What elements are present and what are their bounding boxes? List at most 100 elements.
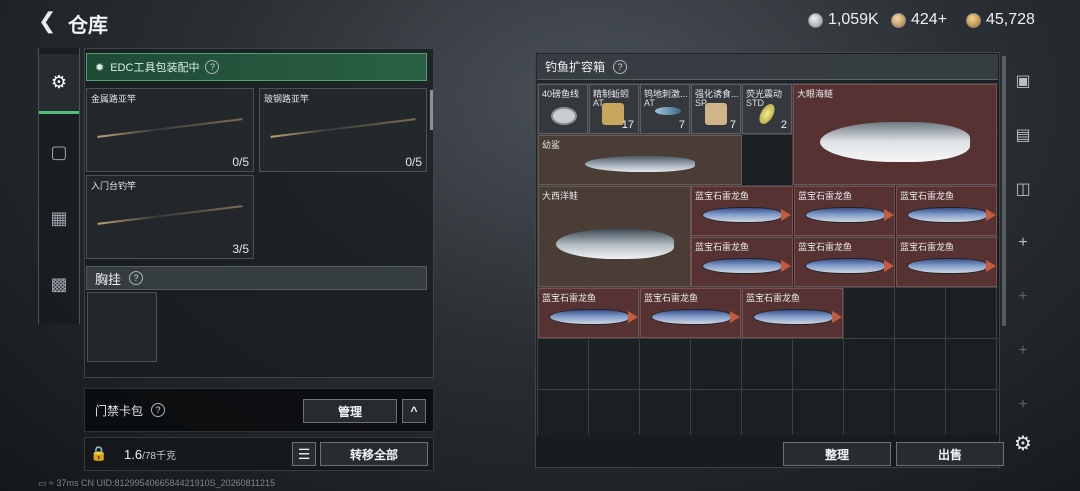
chest-rig-slot[interactable] xyxy=(87,292,157,362)
add-slot-icon: + xyxy=(1018,288,1028,305)
help-icon[interactable]: ? xyxy=(151,403,166,417)
snakehead-fish-icon xyxy=(702,257,791,274)
currency-silver: 1,059K xyxy=(808,11,879,29)
fishing-rod-icon xyxy=(270,117,416,138)
currency-value: 1,059K xyxy=(828,11,879,28)
edc-status-bar[interactable]: ✹ EDC工具包装配中 ? xyxy=(86,53,427,81)
transfer-all-button[interactable]: 转移全部 xyxy=(320,442,428,466)
item-label: 蓝宝石雷龙鱼 xyxy=(644,293,699,303)
snakehead-fish-icon xyxy=(650,308,740,325)
container-scrollbar[interactable] xyxy=(1002,56,1006,326)
rod-slot-pole[interactable]: 入门台钓竿 3/5 xyxy=(86,175,254,259)
chevron-up-icon[interactable]: ^ xyxy=(402,399,426,423)
sell-button[interactable]: 出售 xyxy=(896,442,1004,466)
add-slot-icon: + xyxy=(1018,342,1028,359)
item-count: 7 xyxy=(678,119,685,131)
case-icon[interactable]: ◫ xyxy=(1008,174,1038,204)
tab-weapons[interactable]: ⚙ xyxy=(39,54,79,114)
chest-rig-header: 胸挂 ? xyxy=(86,266,427,290)
item-snakehead[interactable]: 蓝宝石雷龙鱼 xyxy=(794,237,895,287)
help-icon[interactable]: ? xyxy=(129,271,144,285)
tab-vest[interactable]: ▦ xyxy=(39,188,79,248)
slot-count: 3/5 xyxy=(232,242,249,256)
item-label: 蓝宝石雷龙鱼 xyxy=(798,191,853,201)
page-title: 仓库 xyxy=(68,15,108,37)
item-juvenile-shark[interactable]: 幼鲨 xyxy=(538,135,742,185)
snakehead-fish-icon xyxy=(548,308,638,325)
shark-icon xyxy=(585,155,695,172)
currency-bronze[interactable]: 424+ xyxy=(891,11,947,29)
item-label: 40磅鱼线 xyxy=(542,89,580,99)
pistol-icon: ⚙ xyxy=(50,72,68,92)
weight-readout: 1.6/78千克 xyxy=(124,447,176,462)
manage-button[interactable]: 管理 xyxy=(303,399,397,423)
help-icon[interactable]: ? xyxy=(205,60,220,74)
item-label: 蓝宝石雷龙鱼 xyxy=(542,293,597,303)
item-tarpon[interactable]: 大眼海鲢 xyxy=(793,84,997,185)
rod-slot-fiberglass[interactable]: 玻钢路亚竿 0/5 xyxy=(259,88,427,172)
back-arrow-icon[interactable]: ❮ xyxy=(38,10,60,32)
bronze-coin-icon xyxy=(891,12,906,28)
currency-gold: 45,728 xyxy=(966,11,1035,29)
sort-button[interactable]: 整理 xyxy=(783,442,891,466)
item-label: 大西洋鲑 xyxy=(542,191,579,201)
item-label: 蓝宝石雷龙鱼 xyxy=(798,242,853,252)
left-scrollbar[interactable] xyxy=(430,90,433,130)
item-label: 蓝宝石雷龙鱼 xyxy=(695,242,750,252)
add-slot-icon[interactable]: + xyxy=(1008,228,1038,258)
item-fishing-line[interactable]: 40磅鱼线 xyxy=(538,84,588,134)
rod-slot-metal[interactable]: 金属路亚竿 0/5 xyxy=(86,88,254,172)
weight-limit: /78千克 xyxy=(142,451,176,462)
help-icon[interactable]: ? xyxy=(613,59,628,74)
item-lure-jig[interactable]: 钨地刺激... AT 7 xyxy=(640,84,690,134)
item-attractant[interactable]: 强化诱食... SP 7 xyxy=(691,84,741,134)
edc-icon: ✹ xyxy=(95,61,105,74)
tab-toolbox[interactable]: ▩ xyxy=(39,254,79,314)
gear-icon[interactable]: ⚙ xyxy=(1008,428,1038,458)
item-snakehead[interactable]: 蓝宝石雷龙鱼 xyxy=(640,288,741,338)
lure-icon xyxy=(655,107,681,115)
vest-icon: ▦ xyxy=(50,207,68,228)
storage-icon[interactable]: ▤ xyxy=(1008,120,1038,150)
item-snakehead[interactable]: 蓝宝石雷龙鱼 xyxy=(538,288,639,338)
wifi-icon: ≈ xyxy=(49,478,54,488)
item-count: 2 xyxy=(780,119,787,131)
snakehead-fish-icon xyxy=(752,308,842,325)
tab-backpack[interactable]: ▢ xyxy=(39,122,79,182)
slot-count: 0/5 xyxy=(405,155,422,169)
item-label: 幼鲨 xyxy=(542,140,561,150)
item-atlantic-salmon[interactable]: 大西洋鲑 xyxy=(538,186,691,287)
battery-icon: ▭ xyxy=(38,478,47,488)
item-spinner[interactable]: 荧光震动 STD 2 xyxy=(742,84,792,134)
lock-icon[interactable]: 🔒 xyxy=(90,445,107,461)
section-title: 胸挂 xyxy=(95,271,122,287)
item-snakehead[interactable]: 蓝宝石雷龙鱼 xyxy=(794,186,895,236)
item-snakehead[interactable]: 蓝宝石雷龙鱼 xyxy=(691,237,793,287)
backpack-icon: ▢ xyxy=(50,141,68,162)
slot-label: 金属路亚竿 xyxy=(91,94,137,104)
item-label: 蓝宝石雷龙鱼 xyxy=(900,242,955,252)
item-snakehead[interactable]: 蓝宝石雷龙鱼 xyxy=(742,288,843,338)
item-count: 17 xyxy=(621,119,634,131)
category-rail: ⚙ ▢ ▦ ▩ xyxy=(38,48,80,324)
safe-box-icon[interactable]: ▣ xyxy=(1008,66,1038,96)
gold-coin-icon xyxy=(966,12,981,28)
keycard-label: 门禁卡包 xyxy=(95,403,144,418)
weight-current: 1.6 xyxy=(124,447,143,462)
currency-value: 45,728 xyxy=(986,11,1035,28)
silver-coin-icon xyxy=(808,12,823,28)
item-snakehead[interactable]: 蓝宝石雷龙鱼 xyxy=(691,186,793,236)
item-snakehead[interactable]: 蓝宝石雷龙鱼 xyxy=(896,186,997,236)
item-label: 蓝宝石雷龙鱼 xyxy=(746,293,801,303)
snakehead-fish-icon xyxy=(906,257,996,274)
snakehead-fish-icon xyxy=(906,206,996,223)
bait-bag-icon xyxy=(602,103,624,125)
edc-title: EDC工具包装配中 xyxy=(110,62,200,74)
item-grade: STD xyxy=(746,98,764,108)
user-id: CN UID:8129954066584421910S_20260811215 xyxy=(81,478,276,488)
list-icon[interactable]: ☰ xyxy=(292,442,316,466)
snakehead-fish-icon xyxy=(804,257,894,274)
add-slot-icon: + xyxy=(1018,396,1028,413)
item-snakehead[interactable]: 蓝宝石雷龙鱼 xyxy=(896,237,997,287)
item-bait-worm[interactable]: 精制蚯蚓 AT 17 xyxy=(589,84,639,134)
